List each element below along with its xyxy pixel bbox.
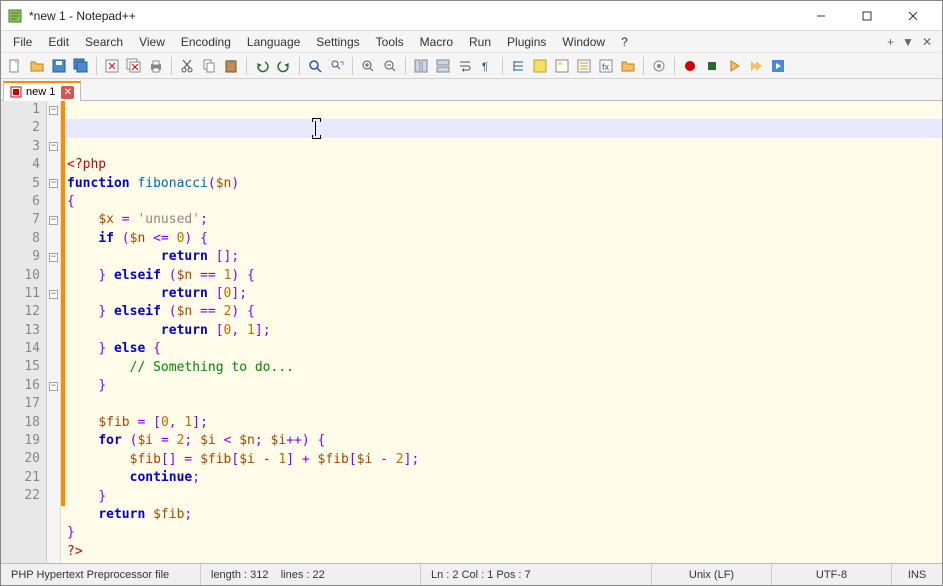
play-multi-button[interactable] [746,56,766,76]
menu-encoding[interactable]: Encoding [173,33,239,51]
menu-plugins[interactable]: Plugins [499,33,554,51]
new-file-button[interactable] [5,56,25,76]
line-number-gutter[interactable]: 12345678910111213141516171819202122 [1,101,47,563]
tab-label: new 1 [26,86,55,98]
svg-text:fx: fx [602,62,610,72]
tab-close-icon[interactable]: ✕ [61,86,74,99]
redo-button[interactable] [274,56,294,76]
fold-column[interactable]: −−−−−−− [47,101,61,563]
close-all-button[interactable] [124,56,144,76]
menu-search[interactable]: Search [77,33,131,51]
sync-h-button[interactable] [433,56,453,76]
menu-window[interactable]: Window [554,33,613,51]
doc-map-button[interactable] [552,56,572,76]
window-title: *new 1 - Notepad++ [29,9,798,23]
save-button[interactable] [49,56,69,76]
stop-macro-button[interactable] [702,56,722,76]
menubar-plus-icon[interactable]: + [887,35,894,49]
menu-macro[interactable]: Macro [412,33,461,51]
titlebar: *new 1 - Notepad++ [1,1,942,31]
menu-edit[interactable]: Edit [40,33,77,51]
file-tab[interactable]: new 1 ✕ [3,81,81,101]
menubar-close-icon[interactable]: ✕ [922,35,932,49]
copy-button[interactable] [199,56,219,76]
monitor-button[interactable] [649,56,669,76]
close-button[interactable] [890,1,936,31]
undo-button[interactable] [252,56,272,76]
cut-button[interactable] [177,56,197,76]
record-macro-button[interactable] [680,56,700,76]
menu-settings[interactable]: Settings [308,33,367,51]
status-length-lines: length : 312 lines : 22 [201,564,421,585]
menu-tools[interactable]: Tools [368,33,412,51]
status-encoding[interactable]: UTF-8 [772,564,892,585]
menu-file[interactable]: File [5,33,40,51]
show-all-chars-button[interactable]: ¶ [477,56,497,76]
status-eol[interactable]: Unix (LF) [652,564,772,585]
doc-list-button[interactable] [574,56,594,76]
code-area[interactable]: <?phpfunction fibonacci($n){ $x = 'unuse… [65,101,942,563]
zoom-out-button[interactable] [380,56,400,76]
find-button[interactable] [305,56,325,76]
menu-language[interactable]: Language [239,33,308,51]
open-file-button[interactable] [27,56,47,76]
toolbar: ¶ fx [1,53,942,79]
status-filetype: PHP Hypertext Preprocessor file [1,564,201,585]
file-modified-icon [10,86,22,98]
zoom-in-button[interactable] [358,56,378,76]
svg-text:¶: ¶ [482,61,488,73]
menubar: FileEditSearchViewEncodingLanguageSettin… [1,31,942,53]
save-macro-button[interactable] [768,56,788,76]
editor[interactable]: 12345678910111213141516171819202122 −−−−… [1,101,942,563]
wrap-button[interactable] [455,56,475,76]
menubar-dropdown-icon[interactable]: ▼ [902,35,914,49]
app-icon [7,8,23,24]
status-ins[interactable]: INS [892,564,942,585]
play-macro-button[interactable] [724,56,744,76]
save-all-button[interactable] [71,56,91,76]
menu-[interactable]: ? [613,33,636,51]
sync-v-button[interactable] [411,56,431,76]
close-file-button[interactable] [102,56,122,76]
status-position: Ln : 2 Col : 1 Pos : 7 [421,564,652,585]
statusbar: PHP Hypertext Preprocessor file length :… [1,563,942,585]
print-button[interactable] [146,56,166,76]
menu-run[interactable]: Run [461,33,499,51]
func-list-button[interactable]: fx [596,56,616,76]
text-caret [315,121,316,136]
replace-button[interactable] [327,56,347,76]
tabbar: new 1 ✕ [1,79,942,101]
menu-view[interactable]: View [131,33,173,51]
indent-guide-button[interactable] [508,56,528,76]
folder-workspace-button[interactable] [618,56,638,76]
paste-button[interactable] [221,56,241,76]
maximize-button[interactable] [844,1,890,31]
udl-button[interactable] [530,56,550,76]
minimize-button[interactable] [798,1,844,31]
